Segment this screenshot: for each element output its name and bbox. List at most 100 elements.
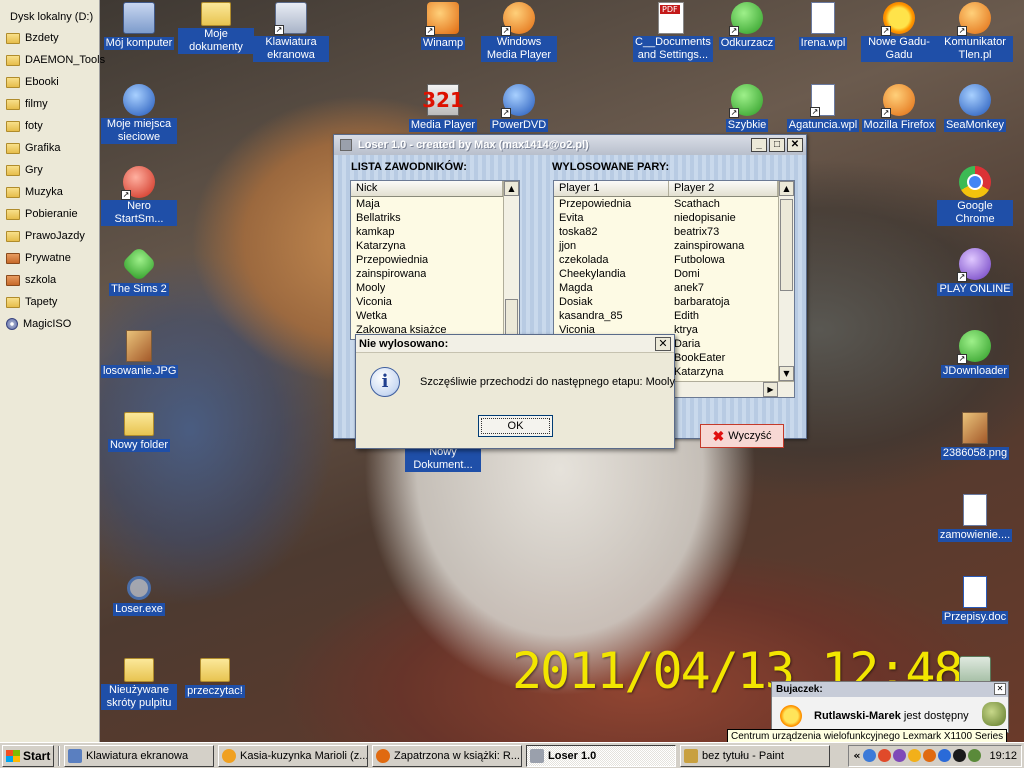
pair-row[interactable]: Dosiak barbaratoja (554, 295, 778, 309)
player2-column-header[interactable]: Player 2 (669, 181, 778, 196)
desktop-icon-sims-2[interactable]: The Sims 2 (101, 245, 177, 296)
contestant-row[interactable]: zainspirowana (351, 267, 503, 281)
folder-item-foty[interactable]: foty (0, 115, 99, 137)
desktop-icon-szybkie[interactable]: ↗ Szybkie (709, 84, 785, 132)
task-button-firefox[interactable]: Zapatrzona w książki: R... (372, 744, 522, 767)
desktop-icon-seamonkey[interactable]: SeaMonkey (937, 84, 1013, 132)
desktop-icon-nero[interactable]: ↗ Nero StartSm... (101, 166, 177, 226)
folder-item-bzdety[interactable]: Bzdety (0, 27, 99, 49)
contestant-row[interactable]: Bellatriks (351, 211, 503, 225)
scroll-up-button[interactable]: ▲ (504, 181, 519, 196)
contestants-scrollbar[interactable]: ▲ (503, 181, 519, 339)
desktop-icon-firefox[interactable]: ↗ Mozilla Firefox (861, 84, 937, 132)
pair-row[interactable]: jjon zainspirowana (554, 239, 778, 253)
firefox-tray-icon[interactable] (923, 749, 937, 762)
contestants-list[interactable]: Nick Maja Bellatriks kamkap Katarzyna Przepo… (350, 180, 520, 340)
desktop-icon-jdownloader[interactable]: ↗ JDownloader (937, 330, 1013, 378)
pair-row[interactable]: Cheekylandia Domi (554, 267, 778, 281)
desktop-icon-my-computer[interactable]: Mój komputer (101, 2, 177, 50)
player1-column-header[interactable]: Player 1 (554, 181, 669, 196)
minimize-button[interactable]: _ (751, 138, 767, 152)
desktop-icon-2386058-png[interactable]: 2386058.png (937, 412, 1013, 460)
contestant-row[interactable]: Wetka (351, 309, 503, 323)
gadu-notification[interactable]: Bujaczek: ✕ Rutlawski-Marek jest dostępn… (771, 681, 1009, 733)
clock[interactable]: 19:12 (989, 750, 1017, 762)
printer-tray-icon[interactable] (953, 749, 967, 762)
desktop-icon-loser-exe[interactable]: Loser.exe (101, 576, 177, 616)
scroll-down-button[interactable]: ▼ (779, 366, 794, 381)
folder-item-pobieranie[interactable]: Pobieranie (0, 203, 99, 225)
desktop-icon-c-documents-pdf[interactable]: C__Documents and Settings... (633, 2, 713, 62)
pair-row[interactable]: Przepowiednia Scathach (554, 197, 778, 211)
antivirus-tray-icon[interactable] (878, 749, 892, 762)
dialog-close-button[interactable]: ✕ (655, 336, 671, 351)
desktop-icon-przeczytac[interactable]: przeczytac! (177, 658, 253, 698)
pair-row[interactable]: toska82 beatrix73 (554, 225, 778, 239)
desktop-icon-losowanie-jpg[interactable]: losowanie.JPG (101, 330, 179, 378)
pair-row[interactable]: Evita niedopisanie (554, 211, 778, 225)
task-button-paint[interactable]: bez tytułu - Paint (680, 744, 830, 767)
desktop-icon-gadu-gadu[interactable]: ↗ Nowe Gadu-Gadu (861, 2, 937, 62)
desktop-icon-winamp[interactable]: ↗ Winamp (405, 2, 481, 50)
task-button-loser[interactable]: Loser 1.0 (526, 744, 676, 767)
desktop-icon-tlen[interactable]: ↗ Komunikator Tlen.pl (937, 2, 1013, 62)
scroll-thumb[interactable] (780, 199, 793, 291)
ok-button[interactable]: OK (478, 415, 553, 437)
maximize-button[interactable]: □ (769, 138, 785, 152)
desktop-icon-on-screen-keyboard[interactable]: ↗ Klawiatura ekranowa (253, 2, 329, 62)
desktop-icon-zamowienie[interactable]: zamowienie.... (937, 494, 1013, 542)
desktop-icon-network-places[interactable]: Moje miejsca sieciowe (101, 84, 177, 144)
folder-item-muzyka[interactable]: Muzyka (0, 181, 99, 203)
desktop-icon-windows-media-player[interactable]: ↗ Windows Media Player (481, 2, 557, 62)
desktop-icon-play-online[interactable]: ↗ PLAY ONLINE (937, 248, 1013, 296)
desktop-icon-unused-shortcuts[interactable]: Nieużywane skróty pulpitu (101, 658, 177, 710)
desktop-icon-google-chrome[interactable]: Google Chrome (937, 166, 1013, 226)
desktop-icon-przepisy-doc[interactable]: Przepisy.doc (937, 576, 1013, 624)
nick-column-header[interactable]: Nick (351, 181, 503, 196)
desktop-icon-new-folder[interactable]: Nowy folder (101, 412, 177, 452)
scroll-right-button[interactable]: ▶ (763, 382, 778, 397)
contestant-row[interactable]: kamkap (351, 225, 503, 239)
scroll-up-button[interactable]: ▲ (779, 181, 794, 196)
lightning-tray-icon[interactable] (938, 749, 952, 762)
desktop-icon-media-player-classic[interactable]: 321 Media Player (405, 84, 481, 132)
folder-item-gry[interactable]: Gry (0, 159, 99, 181)
pair-row[interactable]: Magda anek7 (554, 281, 778, 295)
contestant-row[interactable]: Viconia (351, 295, 503, 309)
pair-row[interactable]: czekolada Futbolowa (554, 253, 778, 267)
folder-item-tapety[interactable]: Tapety (0, 291, 99, 313)
task-button-kasia[interactable]: Kasia-kuzynka Marioli (z... (218, 744, 368, 767)
contestant-row[interactable]: Przepowiednia (351, 253, 503, 267)
desktop-icon-agatuncia-wpl[interactable]: ↗ Agatuncia.wpl (785, 84, 861, 132)
folder-item-magiciso[interactable]: MagicISO (0, 313, 99, 335)
dialog-titlebar[interactable]: Nie wylosowano: ✕ (356, 335, 674, 353)
desktop-icon-odkurzacz[interactable]: ↗ Odkurzacz (709, 2, 785, 50)
gadu-gadu-tray-icon[interactable] (908, 749, 922, 762)
folder-item-ebooki[interactable]: Ebooki (0, 71, 99, 93)
folder-item-daemon-tools[interactable]: DAEMON_Tools (0, 49, 105, 71)
scroll-thumb[interactable] (505, 299, 518, 339)
desktop-icon-irena-wpl[interactable]: Irena.wpl (785, 2, 861, 50)
pairs-scrollbar[interactable]: ▲ ▼ (778, 181, 794, 381)
close-button[interactable]: ✕ (787, 138, 803, 152)
task-button-keyboard[interactable]: Klawiatura ekranowa (64, 744, 214, 767)
folder-item-prawojazdy[interactable]: PrawoJazdy (0, 225, 99, 247)
app-tray-icon[interactable] (893, 749, 907, 762)
folder-item-szkola[interactable]: szkola (0, 269, 99, 291)
pair-row[interactable]: kasandra_85 Edith (554, 309, 778, 323)
contestant-row[interactable]: Maja (351, 197, 503, 211)
loser-titlebar[interactable]: Loser 1.0 - created by Max (max1414@o2.p… (334, 135, 806, 155)
network-tray-icon[interactable] (863, 749, 877, 762)
desktop-icon-my-documents[interactable]: Moje dokumenty (178, 2, 254, 54)
contestant-row[interactable]: Katarzyna (351, 239, 503, 253)
tray-expand-icon[interactable]: « (853, 749, 860, 762)
speaker-tray-icon[interactable] (968, 749, 982, 762)
start-button[interactable]: Start (2, 744, 54, 767)
notification-close-button[interactable]: ✕ (994, 683, 1006, 695)
desktop-icon-powerdvd[interactable]: ↗ PowerDVD (481, 84, 557, 132)
folder-item-filmy[interactable]: filmy (0, 93, 99, 115)
clear-button[interactable]: ✖ Wyczyść (700, 424, 784, 448)
folder-item-grafika[interactable]: Grafika (0, 137, 99, 159)
contestant-row[interactable]: Mooly (351, 281, 503, 295)
folder-item-prywatne[interactable]: Prywatne (0, 247, 99, 269)
